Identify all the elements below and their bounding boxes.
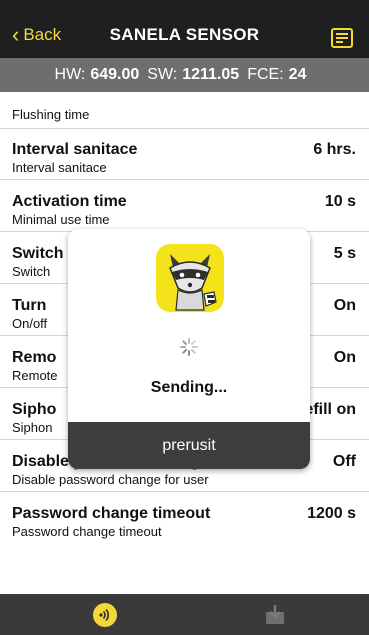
nfc-icon[interactable] bbox=[92, 602, 118, 628]
setting-value: efill on bbox=[304, 401, 356, 418]
sending-dialog: Sending... prerusit bbox=[68, 229, 310, 469]
download-icon[interactable] bbox=[264, 604, 286, 626]
hw-label: HW: bbox=[54, 66, 86, 83]
setting-value: On bbox=[333, 349, 356, 366]
setting-row-interval[interactable]: Interval sanitace Interval sanitace 6 hr… bbox=[0, 129, 369, 180]
setting-desc: Password change timeout bbox=[12, 524, 162, 539]
setting-desc: Flushing time bbox=[12, 107, 90, 122]
setting-name: Interval sanitace bbox=[12, 141, 138, 158]
fce-label: FCE: bbox=[247, 66, 284, 83]
setting-value: 10 s bbox=[324, 193, 356, 210]
cancel-button[interactable]: prerusit bbox=[68, 422, 310, 469]
setting-name: Activation time bbox=[12, 193, 127, 210]
hw-value: 649.00 bbox=[90, 66, 140, 83]
hardware-info-bar: HW: 649.00 SW: 1211.05 FCE: 24 bbox=[0, 58, 369, 92]
setting-value: 5 s bbox=[333, 245, 356, 262]
sending-status: Sending... bbox=[150, 379, 228, 396]
setting-desc: Disable password change for user bbox=[12, 472, 209, 487]
setting-row-password-timeout[interactable]: Password change timeout Password change … bbox=[0, 492, 369, 544]
bottom-toolbar bbox=[0, 594, 369, 635]
setting-value: 1200 s bbox=[307, 505, 356, 522]
raccoon-logo-icon bbox=[156, 244, 224, 312]
setting-name: Password change timeout bbox=[12, 505, 211, 522]
fce-value: 24 bbox=[288, 66, 307, 83]
sw-label: SW: bbox=[147, 66, 178, 83]
setting-desc: Minimal use time bbox=[12, 212, 110, 227]
setting-value: On bbox=[333, 297, 356, 314]
sw-value: 1211.05 bbox=[182, 66, 240, 83]
setting-row-flushing[interactable]: Flushing time bbox=[0, 92, 369, 129]
list-icon[interactable] bbox=[331, 28, 353, 48]
setting-desc: Interval sanitace bbox=[12, 160, 107, 175]
setting-value: Off bbox=[332, 453, 356, 470]
setting-row-activation[interactable]: Activation time Minimal use time 10 s bbox=[0, 180, 369, 232]
setting-value: 6 hrs. bbox=[313, 141, 356, 158]
spinner-icon bbox=[180, 338, 198, 356]
page-title: SANELA SENSOR bbox=[109, 25, 260, 44]
top-bar: ‹ Back SANELA SENSOR bbox=[0, 0, 369, 58]
